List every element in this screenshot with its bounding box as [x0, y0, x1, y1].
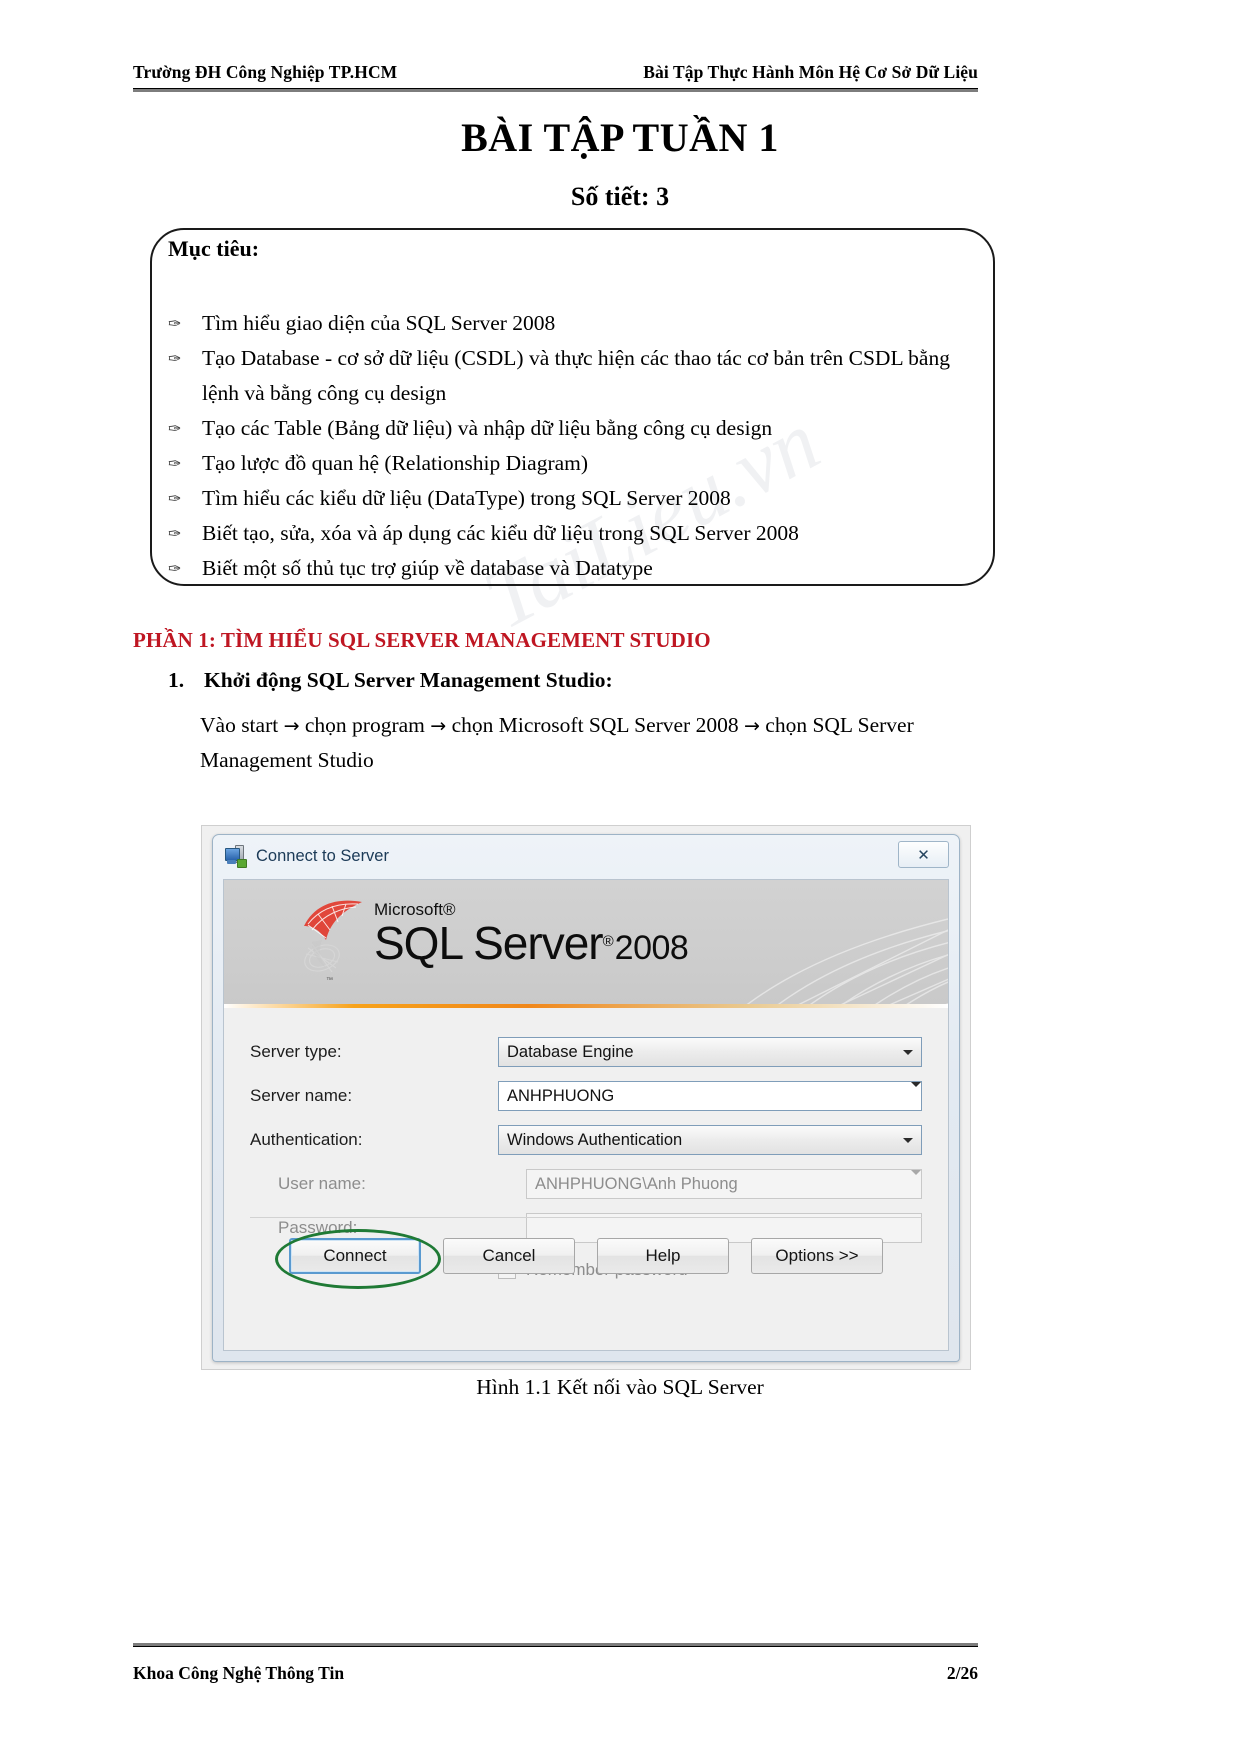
chevron-down-icon[interactable]	[895, 1126, 921, 1154]
pen-bullet-icon: ✑	[168, 561, 182, 578]
logo-trademark: ®	[602, 933, 614, 950]
logo-microsoft-label: Microsoft®	[374, 900, 456, 919]
connect-button[interactable]: Connect	[289, 1238, 421, 1274]
user-name-input: ANHPHUONG\Anh Phuong	[526, 1169, 922, 1199]
pen-bullet-icon: ✑	[168, 316, 182, 333]
section-heading: PHẦN 1: TÌM HIỂU SQL SERVER MANAGEMENT S…	[133, 628, 711, 652]
server-type-value: Database Engine	[507, 1042, 634, 1061]
connection-form: Server type: Database Engine Server name…	[224, 1008, 948, 1289]
page-number: 2/26	[946, 1663, 978, 1683]
chevron-down-icon[interactable]	[895, 1038, 921, 1066]
connect-button-wrap: Connect	[275, 1229, 441, 1289]
authentication-select[interactable]: Windows Authentication	[498, 1125, 922, 1155]
numbered-item-label: Khởi động SQL Server Management Studio:	[204, 668, 613, 692]
list-item-label: Tìm hiểu giao diện của SQL Server 2008	[202, 311, 556, 335]
page-subtitle: Số tiết: 3	[570, 182, 670, 211]
list-item: ✑ Tạo lược đồ quan hệ (Relationship Diag…	[168, 446, 988, 481]
numbered-item-number: 1.	[168, 668, 185, 692]
list-item-label: Tạo Database - cơ sở dữ liệu (CSDL) và t…	[202, 346, 950, 405]
objective-heading: Mục tiêu:	[168, 236, 260, 261]
dialog-titlebar: Connect to Server ✕	[213, 835, 959, 877]
dialog-divider	[250, 1217, 922, 1218]
sql-server-logo-icon: ™	[304, 900, 362, 984]
document-footer: Khoa Công Nghệ Thông Tin 2/26	[133, 1643, 978, 1684]
footer-left-text: Khoa Công Nghệ Thông Tin	[133, 1663, 345, 1683]
footer-divider	[133, 1643, 978, 1647]
connect-to-server-dialog: Connect to Server ✕ ™ Microsoft® SQL Ser…	[212, 834, 960, 1362]
instruction-step-3: chọn Microsoft SQL Server 2008	[451, 713, 739, 737]
figure-screenshot: Connect to Server ✕ ™ Microsoft® SQL Ser…	[201, 825, 971, 1370]
password-label: Password:	[278, 1218, 358, 1237]
instruction-paragraph: Vào start → chọn program → chọn Microsof…	[200, 708, 982, 777]
server-type-select[interactable]: Database Engine	[498, 1037, 922, 1067]
field-row-authentication: Authentication: Windows Authentication	[250, 1118, 922, 1162]
field-row-user-name: User name: ANHPHUONG\Anh Phuong	[250, 1162, 922, 1206]
chevron-down-icon	[911, 1170, 921, 1193]
authentication-label: Authentication:	[250, 1130, 363, 1149]
logo-product-label: SQL Server ® 2008	[374, 917, 689, 980]
numbered-item: 1. Khởi động SQL Server Management Studi…	[168, 668, 613, 693]
list-item: ✑ Tạo Database - cơ sở dữ liệu (CSDL) và…	[168, 341, 988, 411]
cancel-button[interactable]: Cancel	[443, 1238, 575, 1274]
header-right-text: Bài Tập Thực Hành Môn Hệ Cơ Sở Dữ Liệu	[643, 62, 978, 82]
options-button[interactable]: Options >>	[751, 1238, 883, 1274]
sql-server-banner: ™ Microsoft® SQL Server ® 2008	[224, 880, 948, 1004]
server-name-input[interactable]: ANHPHUONG	[498, 1081, 922, 1111]
field-row-server-type: Server type: Database Engine	[250, 1030, 922, 1074]
instruction-step-1: Vào start	[200, 713, 279, 737]
chevron-down-icon[interactable]	[911, 1082, 921, 1105]
header-divider	[133, 88, 978, 92]
list-item-label: Biết một số thủ tục trợ giúp về database…	[202, 556, 653, 580]
list-item-label: Tạo các Table (Bảng dữ liệu) và nhập dữ …	[202, 416, 773, 440]
svg-text:™: ™	[326, 977, 333, 984]
objective-list: ✑ Tìm hiểu giao diện của SQL Server 2008…	[168, 306, 988, 586]
document-page: Trường ĐH Công Nghiệp TP.HCM Bài Tập Thự…	[0, 0, 1240, 1753]
field-row-server-name: Server name: ANHPHUONG	[250, 1074, 922, 1118]
figure-caption: Hình 1.1 Kết nối vào SQL Server	[476, 1375, 764, 1399]
sql-server-logo: ™ Microsoft® SQL Server ® 2008	[296, 896, 689, 984]
arrow-icon: →	[743, 715, 760, 737]
logo-year: 2008	[614, 929, 689, 967]
mesh-graphic	[746, 918, 948, 1004]
server-type-label: Server type:	[250, 1042, 342, 1061]
pen-bullet-icon: ✑	[168, 351, 182, 368]
document-header: Trường ĐH Công Nghiệp TP.HCM Bài Tập Thự…	[133, 62, 978, 92]
server-connect-icon	[225, 845, 247, 868]
list-item: ✑ Biết tạo, sửa, xóa và áp dụng các kiểu…	[168, 516, 988, 551]
server-name-value: ANHPHUONG	[507, 1086, 615, 1105]
user-name-value: ANHPHUONG\Anh Phuong	[535, 1174, 738, 1193]
server-name-label: Server name:	[250, 1086, 353, 1105]
pen-bullet-icon: ✑	[168, 421, 182, 438]
pen-bullet-icon: ✑	[168, 526, 182, 543]
dialog-body: ™ Microsoft® SQL Server ® 2008 Server ty…	[223, 879, 949, 1351]
header-left-text: Trường ĐH Công Nghiệp TP.HCM	[133, 62, 398, 82]
list-item: ✑ Tìm hiểu giao diện của SQL Server 2008	[168, 306, 988, 341]
list-item-label: Tìm hiểu các kiểu dữ liệu (DataType) tro…	[202, 486, 731, 510]
help-button[interactable]: Help	[597, 1238, 729, 1274]
list-item-label: Biết tạo, sửa, xóa và áp dụng các kiểu d…	[202, 521, 799, 545]
pen-bullet-icon: ✑	[168, 456, 182, 473]
list-item: ✑ Biết một số thủ tục trợ giúp về databa…	[168, 551, 988, 586]
logo-product-text: SQL Server	[374, 917, 604, 969]
page-title: BÀI TẬP TUẦN 1	[461, 115, 779, 160]
close-icon[interactable]: ✕	[898, 841, 949, 868]
dialog-button-row: Connect Cancel Help Options >>	[224, 1229, 948, 1289]
pen-bullet-icon: ✑	[168, 491, 182, 508]
list-item: ✑ Tìm hiểu các kiểu dữ liệu (DataType) t…	[168, 481, 988, 516]
authentication-value: Windows Authentication	[507, 1130, 683, 1149]
arrow-icon: →	[430, 715, 447, 737]
user-name-label: User name:	[278, 1174, 366, 1193]
dialog-title: Connect to Server	[256, 846, 389, 865]
arrow-icon: →	[283, 715, 300, 737]
instruction-step-2: chọn program	[304, 713, 425, 737]
list-item-label: Tạo lược đồ quan hệ (Relationship Diagra…	[202, 451, 589, 475]
list-item: ✑ Tạo các Table (Bảng dữ liệu) và nhập d…	[168, 411, 988, 446]
